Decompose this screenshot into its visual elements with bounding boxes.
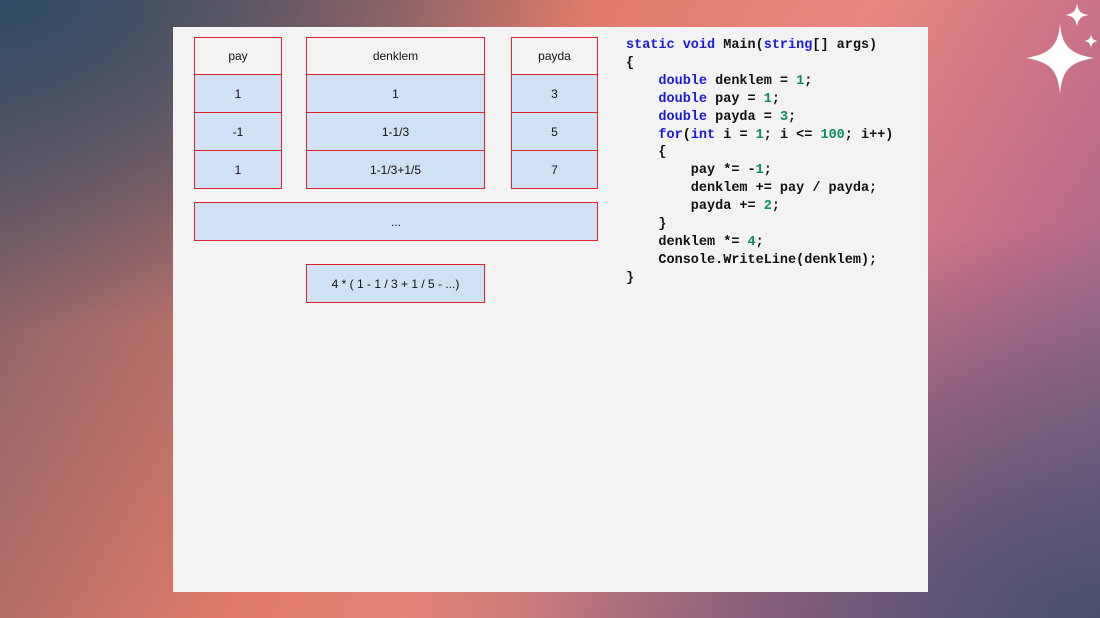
code-text: pay *= -	[626, 163, 756, 179]
code-text: Main(	[715, 38, 764, 53]
payda-cell: 5	[511, 112, 598, 151]
code-text: pay =	[707, 91, 764, 107]
code-number: 1	[755, 163, 764, 179]
code-text: ;	[755, 234, 764, 250]
code-keyword: double	[658, 91, 708, 107]
slide: pay 1 -1 1 denklem 1 1-1/3 1-1/3+1/5 pay…	[173, 27, 928, 592]
payda-header: payda	[511, 37, 598, 75]
code-text: i =	[715, 127, 756, 143]
pay-header: pay	[194, 37, 282, 75]
code-text: (	[682, 127, 691, 143]
formula-box: 4 * ( 1 - 1 / 3 + 1 / 5 - ...)	[306, 264, 485, 303]
code-line: Console.WriteLine(denklem);	[626, 252, 893, 270]
code-keyword: string	[763, 38, 813, 53]
code-text: denklem =	[707, 73, 797, 89]
code-line: double denklem = 1;	[626, 73, 893, 91]
pay-cell: 1	[194, 150, 282, 189]
denklem-cell: 1	[306, 74, 485, 113]
code-line: for(int i = 1; i <= 100; i++)	[626, 127, 893, 145]
ellipsis-box: ...	[194, 202, 598, 241]
code-number: 4	[747, 234, 756, 250]
payda-value: 5	[551, 124, 558, 139]
payda-header-label: payda	[538, 49, 571, 63]
code-text: ;	[771, 91, 780, 107]
pay-cell: -1	[194, 112, 282, 151]
payda-value: 7	[551, 162, 558, 177]
code-text: }	[626, 217, 667, 233]
code-keyword: int	[690, 127, 716, 143]
code-line: denklem *= 4;	[626, 234, 893, 252]
code-line: payda += 2;	[626, 198, 893, 216]
pay-header-label: pay	[228, 49, 248, 63]
code-text: ;	[763, 163, 772, 179]
code-text: Console.WriteLine(denklem);	[626, 252, 878, 268]
pay-value: 1	[234, 86, 242, 101]
denklem-header: denklem	[306, 37, 485, 75]
code-text: ; i++)	[844, 127, 894, 143]
sparkle-icon	[1084, 34, 1098, 48]
code-line: {	[626, 144, 893, 162]
code-text: ; i <=	[763, 127, 821, 143]
code-text: }	[626, 270, 635, 286]
payda-cell: 7	[511, 150, 598, 189]
code-text: ;	[804, 73, 813, 89]
code-keyword: double	[658, 109, 708, 125]
code-text: denklem *=	[626, 234, 748, 250]
code-line: double payda = 3;	[626, 109, 893, 127]
code-number: 3	[779, 109, 789, 125]
code-text: ;	[771, 199, 780, 215]
code-number: 1	[763, 91, 772, 107]
pay-value: -1	[232, 124, 244, 139]
sparkle-icon	[1026, 24, 1094, 94]
code-text: denklem += pay / payda;	[626, 181, 878, 197]
code-text: {	[626, 55, 635, 71]
code-line: double pay = 1;	[626, 91, 893, 109]
code-line: {	[626, 55, 893, 73]
code-line: pay *= -1;	[626, 162, 893, 180]
payda-value: 3	[551, 86, 558, 101]
pay-value: 1	[234, 162, 242, 177]
denklem-cell: 1-1/3	[306, 112, 485, 151]
denklem-value: 1-1/3+1/5	[369, 162, 422, 177]
code-line: static void Main(string[] args)	[626, 37, 893, 55]
denklem-header-label: denklem	[372, 49, 419, 63]
code-line: }	[626, 270, 893, 288]
code-text: payda =	[707, 109, 780, 125]
formula-text: 4 * ( 1 - 1 / 3 + 1 / 5 - ...)	[331, 276, 460, 291]
code-text: ;	[788, 109, 797, 125]
code-text: payda +=	[626, 199, 764, 215]
code-keyword: for	[658, 127, 683, 143]
code-number: 1	[755, 127, 764, 143]
code-number: 2	[763, 199, 772, 215]
code-keyword: double	[658, 73, 708, 89]
ellipsis-text: ...	[390, 214, 401, 229]
sparkle-icon	[1065, 3, 1089, 27]
code-text: [] args)	[812, 38, 878, 53]
payda-cell: 3	[511, 74, 598, 113]
denklem-value: 1-1/3	[381, 124, 410, 139]
code-line: }	[626, 216, 893, 234]
denklem-cell: 1-1/3+1/5	[306, 150, 485, 189]
code-line: denklem += pay / payda;	[626, 180, 893, 198]
pay-cell: 1	[194, 74, 282, 113]
denklem-value: 1	[392, 86, 399, 101]
code-block: static void Main(string[] args){ double …	[626, 37, 893, 288]
code-number: 100	[820, 127, 845, 143]
code-keyword: static void	[626, 38, 716, 53]
code-text: {	[626, 145, 667, 161]
